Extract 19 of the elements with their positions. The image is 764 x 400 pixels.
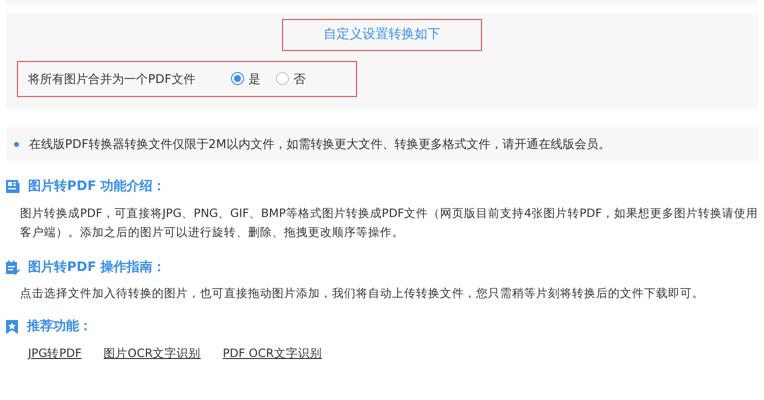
- radio-button[interactable]: [276, 72, 290, 85]
- notice-text: 在线版PDF转换器转换文件仅限于2M以内文件，如需转换更大文件、转换更多格式文件，请开通在线版会员。: [29, 136, 610, 153]
- section-text: 点击选择文件加入待转换的图片，也可直接拖动图片添加，我们将自动上传转换文件，您只需稍等片刻将转换后的文件下载即可。: [19, 285, 705, 302]
- section-heading: 图片转PDF 功能介绍：: [28, 178, 166, 196]
- option-label: 将所有图片合并为一个PDF文件: [28, 70, 196, 88]
- settings-title: 自定义设置转换如下: [282, 19, 482, 50]
- radio-button[interactable]: [231, 72, 244, 85]
- document-icon: [5, 179, 20, 194]
- bullet-icon: [14, 142, 19, 146]
- feature-link[interactable]: PDF OCR文字识别: [222, 344, 322, 362]
- feature-link[interactable]: 图片OCR文字识别: [104, 344, 201, 362]
- section-heading: 图片转PDF 操作指南：: [28, 258, 166, 276]
- bookmark-icon: [5, 318, 19, 335]
- feature-link[interactable]: JPG转PDF: [28, 344, 82, 362]
- clipboard-icon: [5, 260, 20, 275]
- radio-label[interactable]: 否: [293, 70, 306, 88]
- section-text: 图片转换成PDF，可直接将JPG、PNG、GIF、BMP等格式图片转换成PDF文件（网页版目前支持4张图片转PDF，如果想更多图片转换请使用客户端）。添加之后的图片可以进行旋转、删除、拖拽更改顺序等操作。: [19, 204, 759, 240]
- section-heading: 推荐功能：: [27, 318, 92, 336]
- radio-label[interactable]: 是: [248, 70, 260, 88]
